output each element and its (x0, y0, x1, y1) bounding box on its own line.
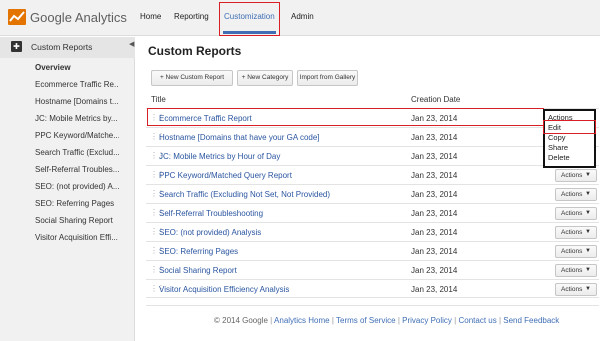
footer-link-privacy[interactable]: Privacy Policy (402, 316, 452, 325)
report-link[interactable]: JC: Mobile Metrics by Hour of Day (159, 152, 280, 161)
copyright: © 2014 Google (214, 316, 268, 325)
menu-item-share[interactable]: Share (548, 143, 568, 152)
report-link[interactable]: Hostname [Domains that have your GA code… (159, 133, 320, 142)
caret-down-icon: ▼ (585, 248, 591, 254)
top-bar: Google Analytics Home Reporting Customiz… (0, 0, 600, 36)
actions-label: Actions (561, 248, 583, 255)
creation-date: Jan 23, 2014 (411, 190, 458, 199)
menu-item-delete[interactable]: Delete (548, 153, 570, 162)
report-link[interactable]: Visitor Acquisition Efficiency Analysis (159, 285, 289, 294)
caret-down-icon: ▼ (585, 229, 591, 235)
import-from-gallery-button[interactable]: Import from Gallery (297, 70, 358, 86)
sidebar-item[interactable]: Hostname [Domains t... (35, 97, 119, 106)
actions-label: Actions (561, 210, 583, 217)
caret-down-icon: ▼ (585, 267, 591, 273)
report-link[interactable]: SEO: Referring Pages (159, 247, 238, 256)
sidebar-item[interactable]: JC: Mobile Metrics by... (35, 114, 119, 123)
creation-date: Jan 23, 2014 (411, 247, 458, 256)
sidebar-title: Custom Reports (31, 42, 93, 52)
footer-link-analytics-home[interactable]: Analytics Home (274, 316, 330, 325)
nav-home[interactable]: Home (140, 12, 161, 21)
actions-label: Actions (561, 172, 583, 179)
actions-label: Actions (561, 286, 583, 293)
sidebar-item[interactable]: Ecommerce Traffic Re... (35, 80, 119, 89)
footer-link-contact[interactable]: Contact us (458, 316, 496, 325)
footer: © 2014 Google | Analytics Home | Terms o… (214, 316, 559, 325)
sidebar-item[interactable]: Visitor Acquisition Effi... (35, 233, 119, 242)
highlight-box-edit (543, 120, 596, 134)
caret-down-icon: ▼ (585, 210, 591, 216)
collapse-sidebar-icon[interactable]: ◀ (129, 40, 134, 48)
sidebar-header[interactable]: ✚ Custom Reports ◀ (0, 37, 135, 58)
creation-date: Jan 23, 2014 (411, 152, 458, 161)
nav-reporting[interactable]: Reporting (174, 12, 209, 21)
creation-date: Jan 23, 2014 (411, 209, 458, 218)
highlight-box-customization (219, 2, 280, 36)
report-link[interactable]: SEO: (not provided) Analysis (159, 228, 261, 237)
nav-admin[interactable]: Admin (291, 12, 314, 21)
caret-down-icon: ▼ (585, 172, 591, 178)
footer-divider (146, 305, 599, 306)
custom-reports-icon: ✚ (11, 41, 22, 52)
table-row: ⋮⋮ Search Traffic (Excluding Not Set, No… (146, 184, 599, 203)
table-row: ⋮⋮ Self-Referral Troubleshooting Jan 23,… (146, 203, 599, 222)
sidebar-item[interactable]: Self-Referral Troubles... (35, 165, 119, 174)
sidebar-item[interactable]: SEO: (not provided) A... (35, 182, 119, 191)
sidebar-item[interactable]: Social Sharing Report (35, 216, 119, 225)
actions-label: Actions (561, 267, 583, 274)
table-row: ⋮⋮ PPC Keyword/Matched Query Report Jan … (146, 165, 599, 184)
sidebar-item[interactable]: SEO: Referring Pages (35, 199, 119, 208)
menu-item-copy[interactable]: Copy (548, 133, 566, 142)
brand-name: Google Analytics (30, 9, 127, 25)
analytics-logo[interactable]: Google Analytics (8, 9, 127, 25)
creation-date: Jan 23, 2014 (411, 285, 458, 294)
table-row: ⋮⋮ Hostname [Domains that have your GA c… (146, 127, 599, 146)
table-row: ⋮⋮ JC: Mobile Metrics by Hour of Day Jan… (146, 146, 599, 165)
actions-dropdown[interactable]: Actions ▼ (555, 245, 597, 258)
actions-label: Actions (561, 191, 583, 198)
caret-down-icon: ▼ (585, 191, 591, 197)
creation-date: Jan 23, 2014 (411, 133, 458, 142)
creation-date: Jan 23, 2014 (411, 266, 458, 275)
actions-dropdown[interactable]: Actions ▼ (555, 264, 597, 277)
report-link[interactable]: Social Sharing Report (159, 266, 237, 275)
caret-down-icon: ▼ (585, 286, 591, 292)
analytics-logo-icon (8, 9, 26, 25)
report-link[interactable]: Search Traffic (Excluding Not Set, Not P… (159, 190, 330, 199)
sidebar-item-overview[interactable]: Overview (35, 63, 119, 72)
actions-label: Actions (561, 229, 583, 236)
actions-dropdown[interactable]: Actions ▼ (555, 226, 597, 239)
creation-date: Jan 23, 2014 (411, 171, 458, 180)
column-header-title[interactable]: Title (151, 95, 166, 104)
report-link[interactable]: PPC Keyword/Matched Query Report (159, 171, 292, 180)
highlight-box-row (147, 108, 544, 126)
footer-link-terms[interactable]: Terms of Service (336, 316, 396, 325)
page-title: Custom Reports (148, 44, 242, 58)
table-row: ⋮⋮ SEO: (not provided) Analysis Jan 23, … (146, 222, 599, 241)
table-row: ⋮⋮ SEO: Referring Pages Jan 23, 2014 Act… (146, 241, 599, 260)
table-row: ⋮⋮ Visitor Acquisition Efficiency Analys… (146, 279, 599, 298)
sidebar-item[interactable]: Search Traffic (Exclud... (35, 148, 119, 157)
sidebar: ✚ Custom Reports ◀ Overview Ecommerce Tr… (0, 37, 135, 341)
new-custom-report-button[interactable]: + New Custom Report (151, 70, 233, 86)
actions-dropdown[interactable]: Actions ▼ (555, 207, 597, 220)
actions-menu: Actions Edit Copy Share Delete (543, 109, 596, 168)
actions-dropdown[interactable]: Actions ▼ (555, 188, 597, 201)
actions-dropdown[interactable]: Actions ▼ (555, 169, 597, 182)
table-row: ⋮⋮ Social Sharing Report Jan 23, 2014 Ac… (146, 260, 599, 279)
new-category-button[interactable]: + New Category (237, 70, 293, 86)
sidebar-item[interactable]: PPC Keyword/Matche... (35, 131, 119, 140)
creation-date: Jan 23, 2014 (411, 228, 458, 237)
footer-link-feedback[interactable]: Send Feedback (503, 316, 559, 325)
report-link[interactable]: Self-Referral Troubleshooting (159, 209, 263, 218)
actions-dropdown[interactable]: Actions ▼ (555, 283, 597, 296)
column-header-date[interactable]: Creation Date (411, 95, 460, 104)
